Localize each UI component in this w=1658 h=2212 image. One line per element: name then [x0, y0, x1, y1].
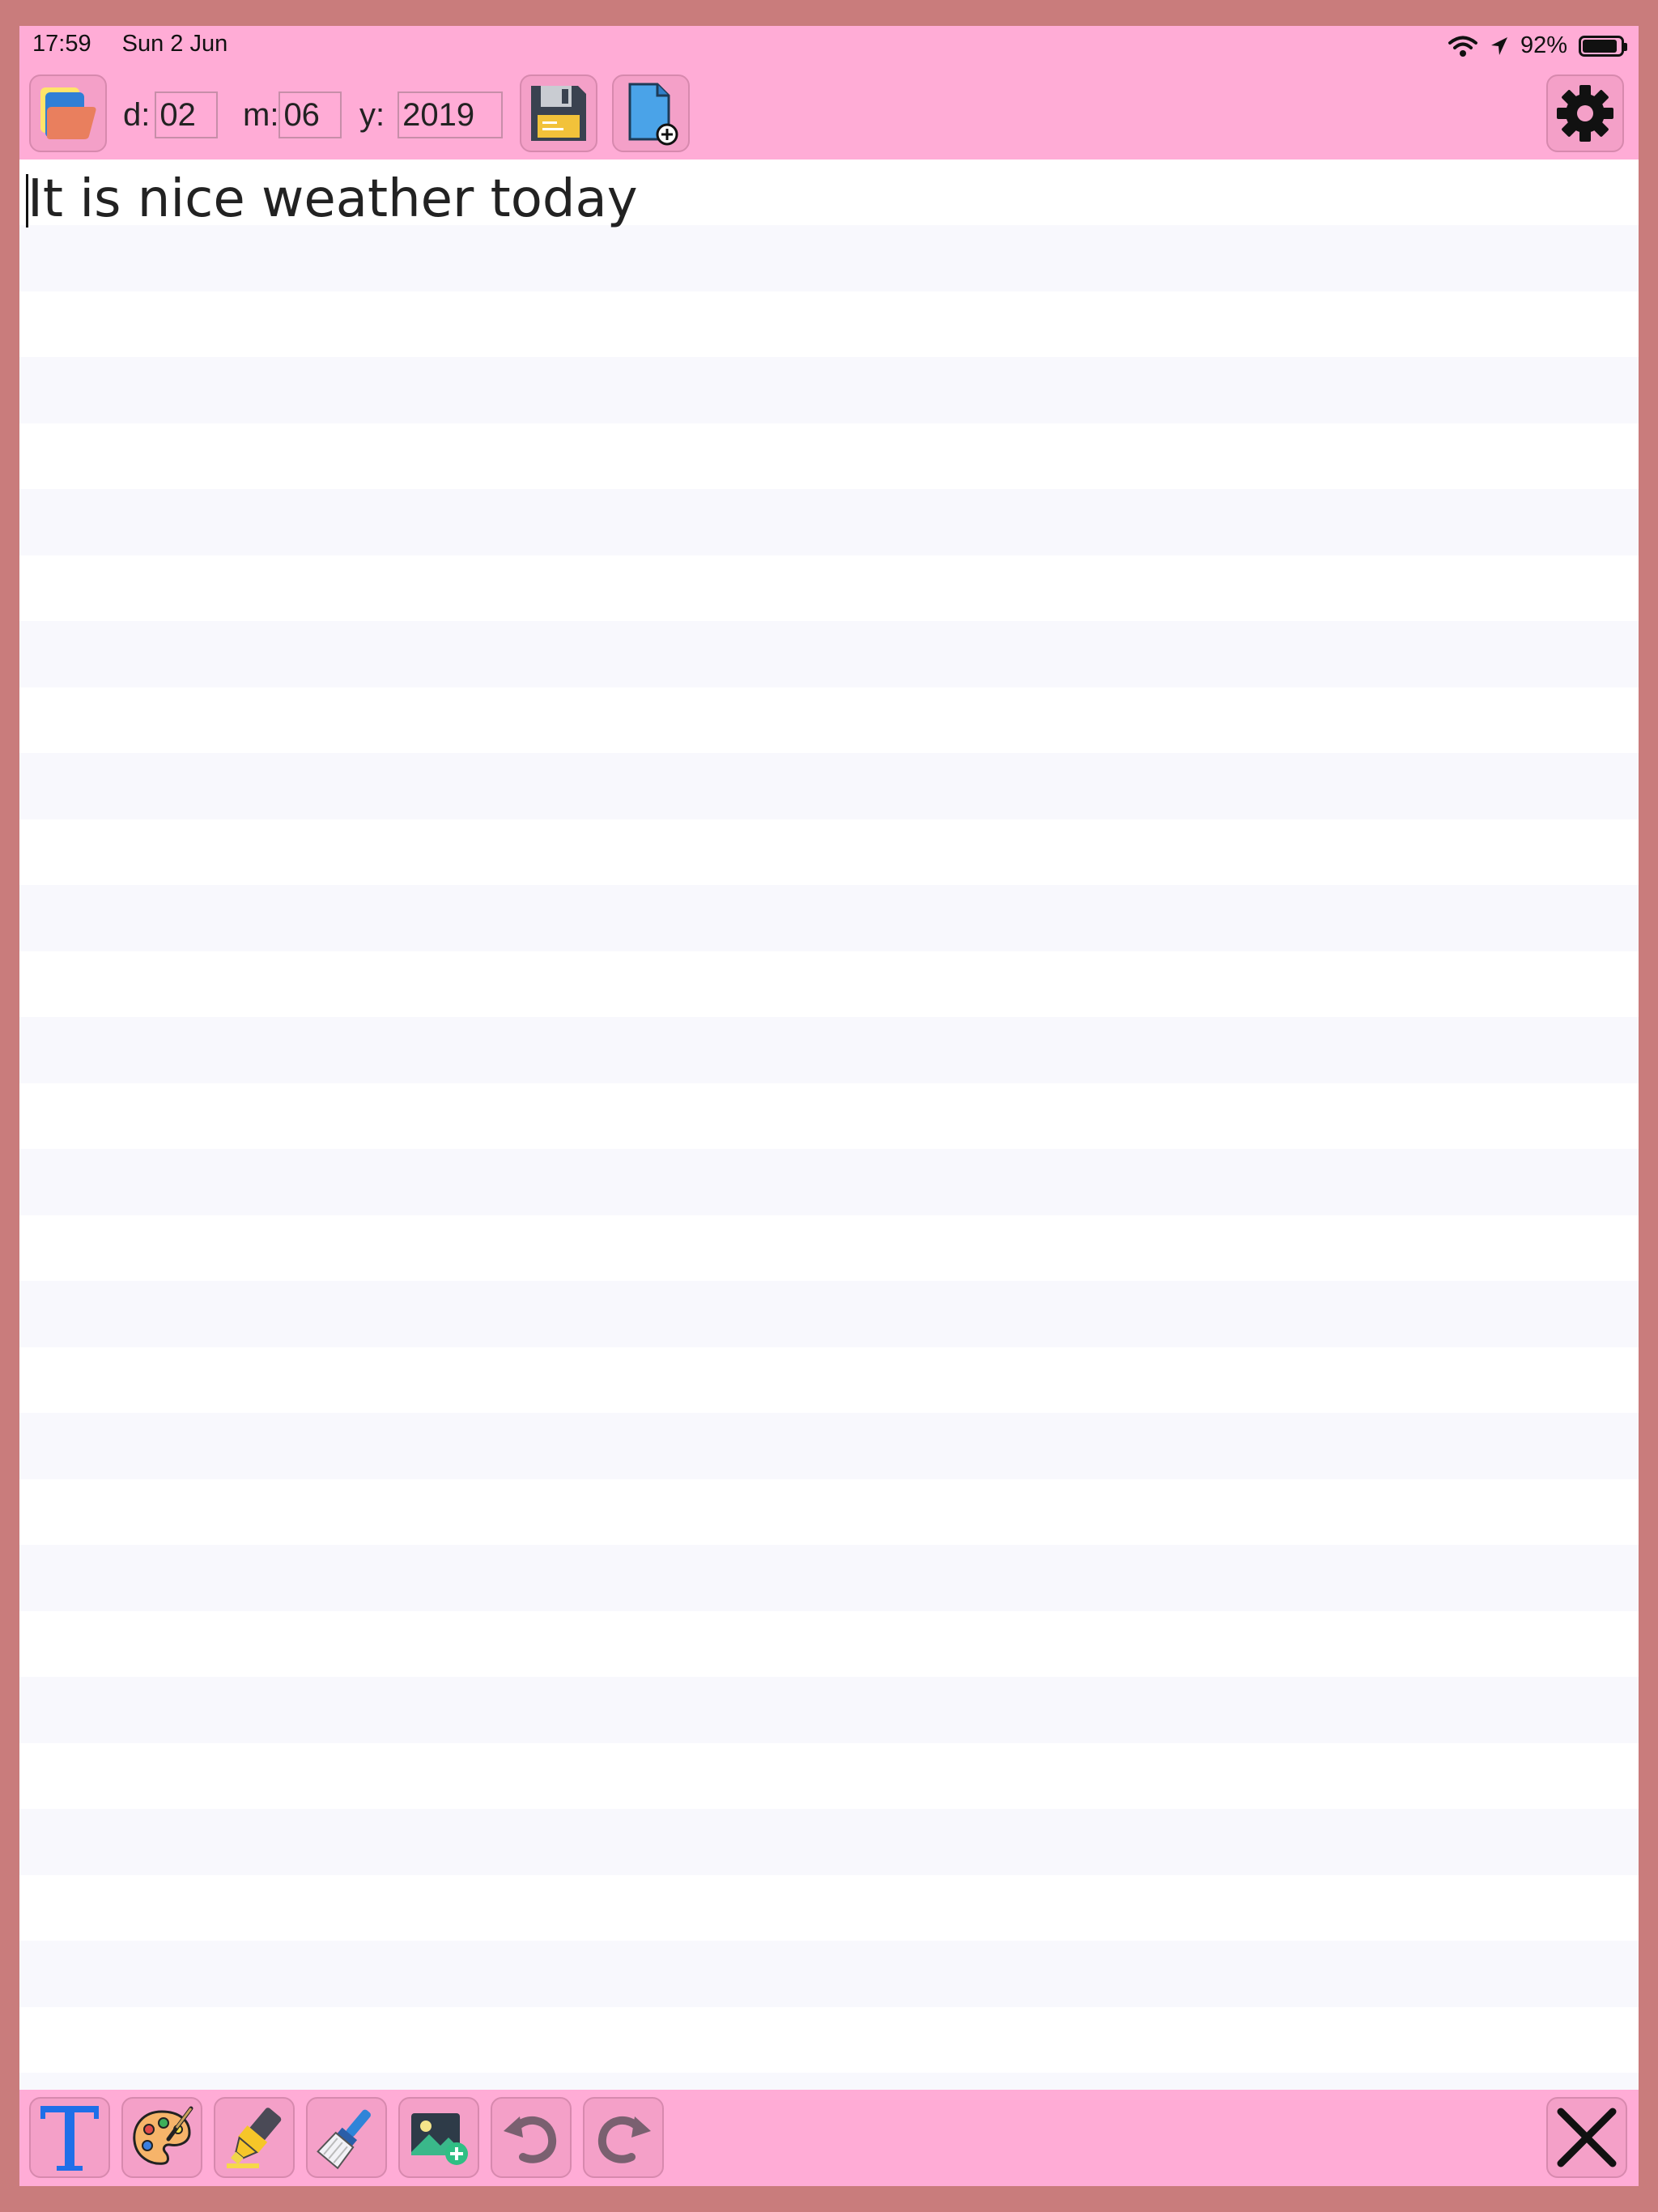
editor-text[interactable]: It is nice weather today [28, 169, 638, 229]
folder-icon [40, 87, 96, 139]
battery-percent: 92% [1520, 32, 1567, 58]
new-document-icon [628, 83, 678, 146]
text-editor[interactable]: It is nice weather today [19, 160, 1639, 2090]
location-arrow-icon [1490, 36, 1507, 55]
year-label: y: [359, 96, 385, 133]
battery-icon [1579, 35, 1627, 57]
text-format-icon [40, 2106, 99, 2171]
paint-brush-icon [317, 2109, 371, 2170]
month-label: m: [243, 96, 279, 133]
status-left: 17:59 Sun 2 Jun [32, 31, 252, 57]
text-tool-button[interactable] [29, 2097, 110, 2178]
add-image-button[interactable] [398, 2097, 479, 2178]
day-input[interactable] [155, 91, 219, 138]
wifi-icon [1448, 36, 1477, 57]
day-label: d: [123, 96, 151, 133]
highlighter-button[interactable] [214, 2097, 295, 2178]
gear-icon [1557, 85, 1613, 142]
close-icon [1557, 2108, 1617, 2167]
settings-button[interactable] [1546, 74, 1624, 152]
save-button[interactable] [520, 74, 597, 152]
month-field: m: [243, 91, 342, 139]
undo-icon [504, 2116, 557, 2163]
floppy-disk-icon [531, 86, 586, 141]
year-input[interactable] [397, 91, 504, 138]
redo-icon [597, 2116, 651, 2163]
bottom-toolbar [19, 2091, 1639, 2186]
status-bar: 17:59 Sun 2 Jun 92% [19, 26, 1639, 66]
status-right: 92% [1448, 32, 1627, 59]
day-field: d: [123, 91, 219, 139]
open-folder-button[interactable] [29, 74, 107, 152]
paint-brush-button[interactable] [306, 2097, 387, 2178]
undo-button[interactable] [491, 2097, 572, 2178]
month-input[interactable] [278, 91, 342, 138]
palette-icon [133, 2106, 193, 2165]
add-image-icon [411, 2113, 468, 2165]
new-document-button[interactable] [612, 74, 690, 152]
palette-button[interactable] [121, 2097, 202, 2178]
status-time: 17:59 [32, 31, 91, 57]
battery-level [1583, 39, 1618, 53]
status-date: Sun 2 Jun [121, 31, 228, 57]
year-field: y: [359, 91, 504, 139]
top-toolbar: d: m: y: [19, 71, 1639, 159]
highlighter-icon [227, 2108, 282, 2168]
close-button[interactable] [1546, 2097, 1627, 2178]
redo-button[interactable] [583, 2097, 664, 2178]
app-window: 17:59 Sun 2 Jun 92% d: 02 m: 06 y: 2019 … [19, 26, 1639, 2186]
